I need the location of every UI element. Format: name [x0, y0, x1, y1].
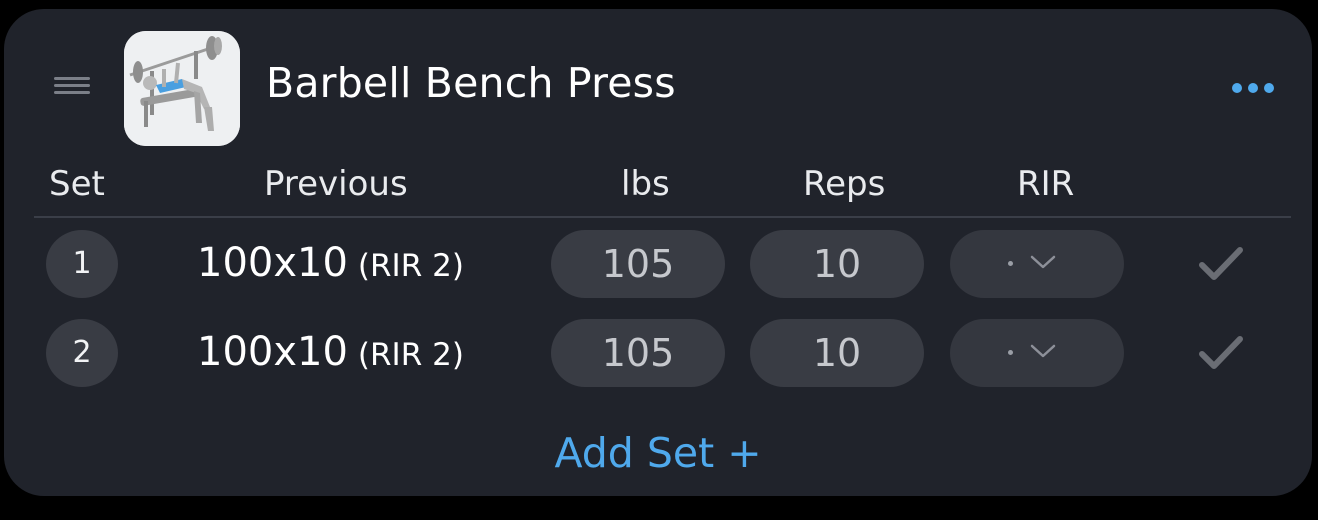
drag-handle-icon[interactable] [54, 77, 90, 99]
column-header-set: Set [49, 164, 105, 204]
weight-input[interactable]: 105 [551, 230, 725, 298]
previous-rir: (RIR 2) [357, 337, 464, 373]
exercise-title[interactable]: Barbell Bench Press [266, 59, 676, 107]
previous-rir: (RIR 2) [357, 248, 464, 284]
column-header-rir: RIR [1017, 164, 1075, 204]
weight-input[interactable]: 105 [551, 319, 725, 387]
complete-set-checkmark-icon[interactable] [1198, 333, 1244, 373]
chevron-down-icon [1030, 255, 1056, 269]
reps-input[interactable]: 10 [750, 319, 924, 387]
chevron-down-icon [1030, 344, 1056, 358]
rir-empty-value [1008, 350, 1013, 355]
exercise-thumbnail[interactable] [124, 31, 240, 146]
previous-performance[interactable]: 100x10 (RIR 2) [197, 240, 464, 286]
rir-select[interactable] [950, 319, 1124, 387]
column-header-lbs: lbs [621, 164, 670, 204]
reps-input[interactable]: 10 [750, 230, 924, 298]
column-header-previous: Previous [264, 164, 408, 204]
set-number-badge[interactable]: 1 [46, 230, 118, 298]
rir-select[interactable] [950, 230, 1124, 298]
column-header-reps: Reps [803, 164, 886, 204]
previous-performance[interactable]: 100x10 (RIR 2) [197, 329, 464, 375]
add-set-button[interactable]: Add Set + [4, 429, 1312, 477]
more-horizontal-icon[interactable] [1232, 81, 1276, 95]
bench-press-figure-icon [124, 31, 240, 146]
set-number-badge[interactable]: 2 [46, 319, 118, 387]
rir-empty-value [1008, 261, 1013, 266]
set-row: 1 100x10 (RIR 2) 105 10 [4, 230, 1312, 298]
complete-set-checkmark-icon[interactable] [1198, 244, 1244, 284]
previous-weight-reps: 100x10 [197, 329, 348, 375]
set-row: 2 100x10 (RIR 2) 105 10 [4, 319, 1312, 387]
previous-weight-reps: 100x10 [197, 240, 348, 286]
exercise-card: Barbell Bench Press Set Previous lbs Rep… [4, 9, 1312, 496]
header-divider [34, 216, 1291, 218]
